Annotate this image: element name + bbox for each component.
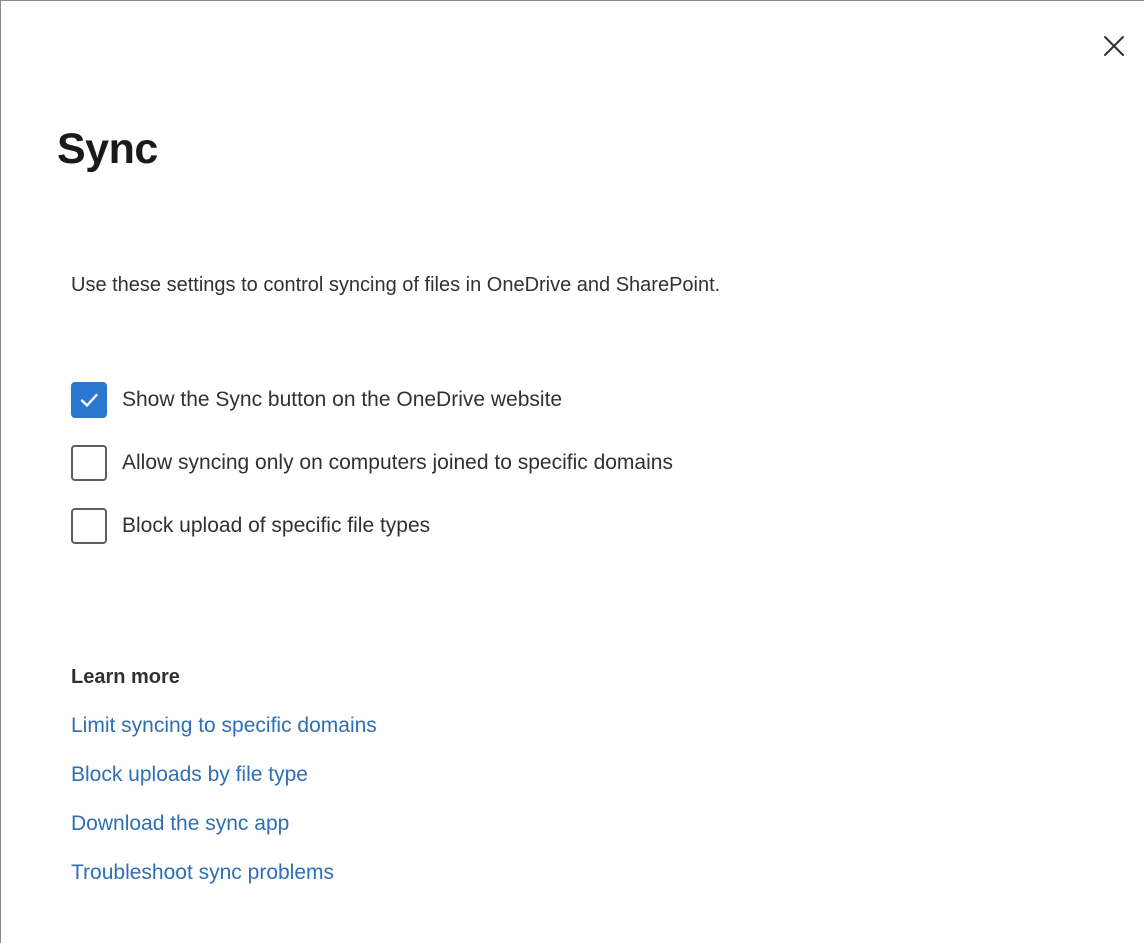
link-limit-syncing[interactable]: Limit syncing to specific domains [71,712,377,740]
allow-domain-sync-label: Allow syncing only on computers joined t… [122,451,673,474]
allow-domain-sync-option[interactable]: Allow syncing only on computers joined t… [71,444,673,482]
block-file-types-label: Block upload of specific file types [122,514,431,537]
link-troubleshoot-sync[interactable]: Troubleshoot sync problems [71,859,334,887]
block-file-types-option[interactable]: Block upload of specific file types [71,507,430,545]
show-sync-button-label: Show the Sync button on the OneDrive web… [122,388,563,411]
link-download-sync-app[interactable]: Download the sync app [71,810,289,838]
show-sync-button-checkbox[interactable] [71,382,107,418]
page-title: Sync [57,125,158,173]
close-button[interactable] [1095,27,1133,65]
description-text: Use these settings to control syncing of… [71,274,721,296]
checkmark-icon [80,393,98,407]
close-icon [1104,36,1124,56]
block-file-types-checkbox[interactable] [71,508,107,544]
learn-more-heading: Learn more [71,666,180,688]
link-block-uploads[interactable]: Block uploads by file type [71,761,308,789]
show-sync-button-option[interactable]: Show the Sync button on the OneDrive web… [71,381,562,419]
allow-domain-sync-checkbox[interactable] [71,445,107,481]
sync-settings-panel: Sync Use these settings to control synci… [0,0,1144,943]
